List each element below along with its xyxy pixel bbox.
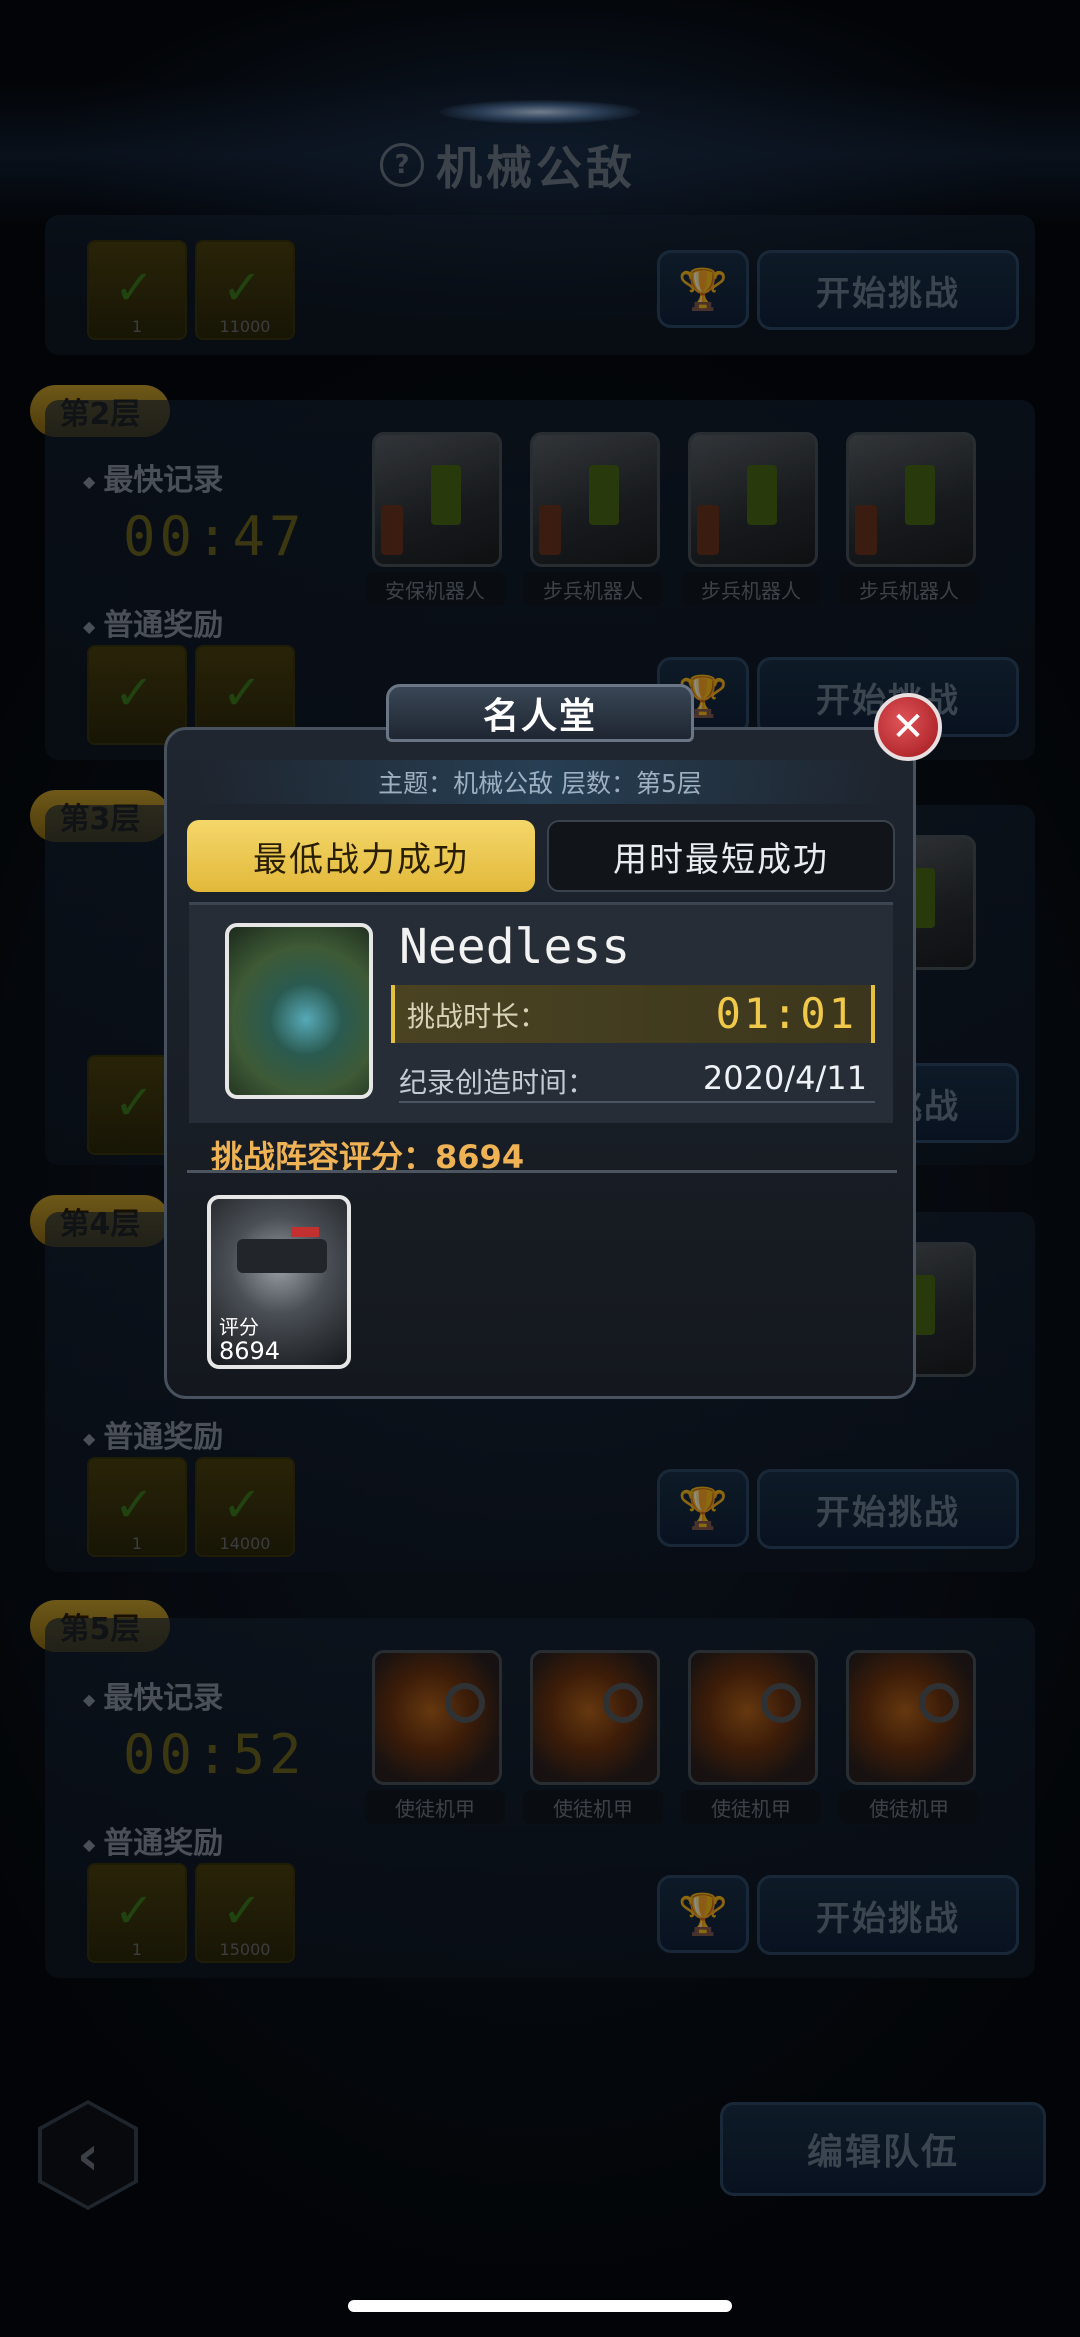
duration-row: 挑战时长： 01:01	[391, 985, 875, 1043]
modal-subject: 主题：机械公敌 层数：第5层	[197, 760, 883, 804]
modal-title: 名人堂	[386, 684, 694, 742]
created-time-label: 纪录创造时间：	[399, 1066, 596, 1099]
tab-shortest-time[interactable]: 用时最短成功	[547, 820, 895, 892]
hero-score-label: 评分	[219, 1315, 259, 1339]
hero-card[interactable]: 评分 8694	[207, 1195, 351, 1369]
created-time-row: 纪录创造时间： 2020/4/11	[399, 1055, 875, 1103]
hall-of-fame-modal: 主题：机械公敌 层数：第5层 最低战力成功 用时最短成功 Needless 挑战…	[164, 727, 916, 1399]
player-name: Needless	[399, 919, 631, 975]
duration-label: 挑战时长：	[407, 1000, 548, 1033]
close-icon: ✕	[891, 704, 925, 750]
tab-lowest-power[interactable]: 最低战力成功	[187, 820, 535, 892]
home-indicator[interactable]	[348, 2300, 732, 2312]
hero-score-value: 8694	[219, 1337, 281, 1365]
player-avatar[interactable]	[225, 923, 373, 1099]
divider	[187, 1170, 897, 1173]
created-time-value: 2020/4/11	[702, 1059, 867, 1097]
duration-value: 01:01	[715, 989, 857, 1038]
hero-visor	[237, 1239, 327, 1273]
record-panel: Needless 挑战时长： 01:01 纪录创造时间： 2020/4/11	[189, 902, 893, 1123]
hero-stripe	[291, 1227, 319, 1237]
close-button[interactable]: ✕	[874, 693, 942, 761]
